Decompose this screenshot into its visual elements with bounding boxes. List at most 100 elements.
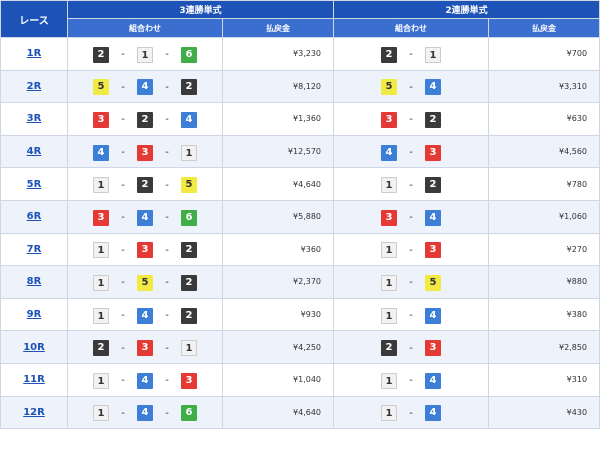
boat-number-badge: 2: [425, 177, 442, 194]
trifecta-payout-cell: ¥4,640: [221, 167, 335, 201]
trifecta-payout-cell: ¥4,250: [221, 330, 335, 364]
exacta-payout-cell: ¥430: [488, 395, 600, 430]
combination-separator: -: [165, 277, 169, 289]
boat-number-badge: 4: [381, 144, 398, 161]
combination-separator: -: [121, 310, 125, 322]
race-link[interactable]: 8R: [27, 276, 42, 287]
race-cell: 2R: [0, 69, 68, 104]
boat-number-badge: 2: [181, 79, 197, 96]
combination-separator: -: [121, 81, 125, 93]
table-row: 11R 1-4-3 ¥1,040 1-4 ¥310: [0, 362, 600, 397]
combination-separator: -: [121, 179, 125, 191]
combination-separator: -: [121, 49, 125, 61]
combination-separator: -: [409, 375, 413, 387]
combination-separator: -: [165, 407, 169, 419]
combination-separator: -: [121, 407, 125, 419]
trifecta-payout-cell: ¥1,360: [221, 102, 335, 136]
race-link[interactable]: 11R: [23, 374, 45, 385]
trifecta-payout-cell: ¥930: [221, 297, 335, 332]
exacta-combination-cell: 1-2: [333, 167, 490, 201]
table-row: 7R 1-3-2 ¥360 1-3 ¥270: [0, 232, 600, 267]
trifecta-payout-cell: ¥1,040: [221, 362, 335, 397]
race-cell: 8R: [0, 265, 68, 299]
trifecta-combination-cell: 4-3-1: [67, 134, 223, 169]
combination-separator: -: [165, 375, 169, 387]
exacta-payout-cell: ¥3,310: [488, 69, 600, 104]
boat-number-badge: 1: [381, 242, 398, 259]
boat-number-badge: 3: [137, 144, 153, 161]
boat-number-badge: 4: [425, 307, 442, 324]
boat-number-badge: 4: [137, 372, 153, 389]
race-link[interactable]: 6R: [27, 211, 42, 222]
boat-number-badge: 5: [381, 79, 398, 96]
race-link[interactable]: 12R: [23, 407, 45, 418]
race-link[interactable]: 9R: [27, 309, 42, 320]
boat-number-badge: 6: [181, 46, 197, 63]
boat-number-badge: 1: [381, 372, 398, 389]
combination-separator: -: [165, 342, 169, 354]
boat-number-badge: 4: [181, 111, 197, 128]
boat-number-badge: 3: [425, 242, 442, 259]
exacta-combination-header: 組合わせ: [333, 18, 490, 38]
exacta-combination-cell: 1-3: [333, 232, 490, 267]
trifecta-combination-cell: 5-4-2: [67, 69, 223, 104]
exacta-combination-cell: 1-4: [333, 395, 490, 430]
header-row-top: レース 3連勝単式 2連勝単式: [0, 0, 600, 38]
exacta-combination-cell: 1-4: [333, 297, 490, 332]
boat-number-badge: 1: [381, 177, 398, 194]
trifecta-combination-cell: 1-2-5: [67, 167, 223, 201]
exacta-combination-cell: 1-5: [333, 265, 490, 299]
boat-number-badge: 5: [137, 274, 153, 291]
exacta-payout-cell: ¥780: [488, 167, 600, 201]
boat-number-badge: 2: [181, 307, 197, 324]
boat-number-badge: 2: [425, 111, 442, 128]
boat-number-badge: 1: [93, 307, 109, 324]
boat-number-badge: 1: [93, 177, 109, 194]
trifecta-payout-header: 払戻金: [221, 18, 335, 38]
boat-number-badge: 2: [181, 274, 197, 291]
exacta-payout-cell: ¥630: [488, 102, 600, 136]
trifecta-combination-header: 組合わせ: [67, 18, 223, 38]
race-cell: 10R: [0, 330, 68, 364]
results-table: レース 3連勝単式 2連勝単式 組合わせ 払戻金 組合わせ 払戻金 1R 2-1-…: [0, 0, 600, 430]
table-row: 2R 5-4-2 ¥8,120 5-4 ¥3,310: [0, 69, 600, 104]
race-link[interactable]: 5R: [27, 179, 42, 190]
race-link[interactable]: 10R: [23, 342, 45, 353]
exacta-combination-cell: 5-4: [333, 69, 490, 104]
exacta-payout-cell: ¥380: [488, 297, 600, 332]
boat-number-badge: 4: [425, 372, 442, 389]
race-column-header: レース: [0, 0, 68, 38]
table-row: 1R 2-1-6 ¥3,230 2-1 ¥700: [0, 37, 600, 71]
trifecta-combination-cell: 1-3-2: [67, 232, 223, 267]
boat-number-badge: 4: [137, 307, 153, 324]
combination-separator: -: [121, 114, 125, 126]
race-cell: 4R: [0, 134, 68, 169]
combination-separator: -: [165, 114, 169, 126]
combination-separator: -: [121, 212, 125, 224]
combination-separator: -: [121, 342, 125, 354]
exacta-payout-cell: ¥880: [488, 265, 600, 299]
boat-number-badge: 1: [93, 405, 109, 422]
boat-number-badge: 1: [381, 274, 398, 291]
trifecta-combination-cell: 2-1-6: [67, 37, 223, 71]
table-row: 5R 1-2-5 ¥4,640 1-2 ¥780: [0, 167, 600, 201]
race-link[interactable]: 7R: [27, 244, 42, 255]
race-link[interactable]: 1R: [27, 48, 42, 59]
trifecta-header: 3連勝単式: [66, 0, 335, 19]
boat-number-badge: 1: [181, 144, 197, 161]
race-link[interactable]: 4R: [27, 146, 42, 157]
race-cell: 9R: [0, 297, 68, 332]
combination-separator: -: [409, 310, 413, 322]
combination-separator: -: [121, 147, 125, 159]
table-row: 10R 2-3-1 ¥4,250 2-3 ¥2,850: [0, 330, 600, 364]
exacta-combination-cell: 3-4: [333, 199, 490, 234]
race-link[interactable]: 2R: [27, 81, 42, 92]
race-link[interactable]: 3R: [27, 113, 42, 124]
boat-number-badge: 4: [425, 405, 442, 422]
combination-separator: -: [165, 212, 169, 224]
boat-number-badge: 4: [93, 144, 109, 161]
boat-number-badge: 2: [137, 177, 153, 194]
exacta-payout-cell: ¥270: [488, 232, 600, 267]
boat-number-badge: 3: [137, 340, 153, 357]
combination-separator: -: [409, 114, 413, 126]
